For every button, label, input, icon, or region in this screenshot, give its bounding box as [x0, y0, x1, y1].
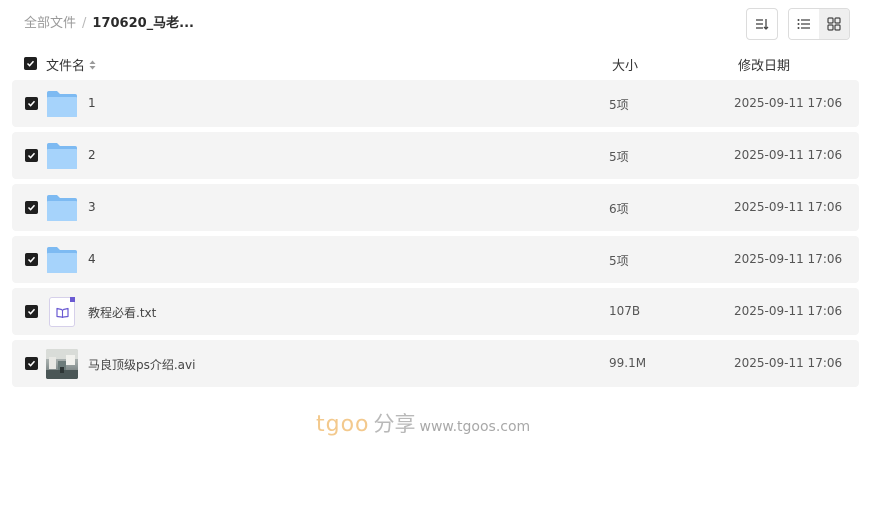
folder-icon [46, 141, 78, 171]
file-row[interactable]: 马良顶级ps介绍.avi 99.1M 2025-09-11 17:06 [12, 340, 859, 387]
file-row[interactable]: 1 5项 2025-09-11 17:06 [12, 80, 859, 127]
row-checkbox[interactable] [25, 201, 38, 214]
file-size: 5项 [609, 98, 629, 112]
folder-icon [46, 89, 78, 119]
file-size: 6项 [609, 202, 629, 216]
file-size: 99.1M [609, 356, 647, 370]
row-checkbox[interactable] [25, 305, 38, 318]
file-size: 107B [609, 304, 641, 318]
checkmark-icon [27, 360, 36, 367]
name-column-header[interactable]: 文件名 [46, 55, 96, 74]
file-name[interactable]: 马良顶级ps介绍.avi [88, 356, 195, 373]
file-row[interactable]: 教程必看.txt 107B 2025-09-11 17:06 [12, 288, 859, 335]
row-checkbox[interactable] [25, 97, 38, 110]
checkmark-icon [26, 60, 35, 67]
breadcrumb: 全部文件 / 170620_马老... [24, 14, 194, 34]
row-checkbox[interactable] [25, 253, 38, 266]
file-row[interactable]: 2 5项 2025-09-11 17:06 [12, 132, 859, 179]
row-checkbox[interactable] [25, 149, 38, 162]
date-column-header[interactable]: 修改日期 [738, 55, 790, 74]
list-view-button[interactable] [789, 9, 819, 39]
file-date: 2025-09-11 17:06 [734, 148, 843, 162]
file-date: 2025-09-11 17:06 [734, 96, 843, 110]
file-date: 2025-09-11 17:06 [734, 304, 843, 318]
grid-view-icon [827, 17, 841, 31]
sort-icon [756, 19, 769, 30]
row-checkbox[interactable] [25, 357, 38, 370]
text-file-icon [46, 297, 78, 327]
file-name[interactable]: 4 [88, 252, 96, 266]
file-list-header: 文件名 大小 修改日期 [24, 54, 850, 74]
sort-button[interactable] [746, 8, 778, 40]
file-date: 2025-09-11 17:06 [734, 200, 843, 214]
watermark-url: www.tgoos.com [419, 419, 531, 435]
checkmark-icon [27, 308, 36, 315]
file-name[interactable]: 教程必看.txt [88, 304, 156, 321]
grid-view-button[interactable] [819, 9, 849, 39]
file-row[interactable]: 4 5项 2025-09-11 17:06 [12, 236, 859, 283]
breadcrumb-separator: / [82, 16, 87, 31]
file-date: 2025-09-11 17:06 [734, 252, 843, 266]
file-size: 5项 [609, 254, 629, 268]
file-name[interactable]: 3 [88, 200, 96, 214]
checkmark-icon [27, 204, 36, 211]
file-size: 5项 [609, 150, 629, 164]
watermark-share: 分享 [373, 412, 416, 436]
name-column-label: 文件名 [46, 59, 86, 74]
select-all-checkbox[interactable] [24, 57, 37, 70]
size-column-header[interactable]: 大小 [612, 55, 638, 74]
list-view-icon [797, 19, 810, 29]
view-mode-group [788, 8, 850, 40]
watermark: tgoo 分享 www.tgoos.com [316, 408, 530, 438]
view-toolbar [746, 8, 850, 40]
file-date: 2025-09-11 17:06 [734, 356, 843, 370]
folder-icon [46, 193, 78, 223]
checkmark-icon [27, 100, 36, 107]
checkmark-icon [27, 256, 36, 263]
file-name[interactable]: 2 [88, 148, 96, 162]
file-row[interactable]: 3 6项 2025-09-11 17:06 [12, 184, 859, 231]
folder-icon [46, 245, 78, 275]
watermark-brand: tgoo [316, 412, 370, 437]
checkmark-icon [27, 152, 36, 159]
file-name[interactable]: 1 [88, 96, 96, 110]
file-list: 1 5项 2025-09-11 17:06 2 5项 2025-09-11 17… [12, 80, 859, 392]
file-browser: 全部文件 / 170620_马老... 文件名 大小 修改日期 1 5项 202… [0, 0, 874, 514]
video-thumbnail [46, 349, 78, 379]
breadcrumb-root[interactable]: 全部文件 [24, 14, 76, 34]
sort-arrows-icon [89, 60, 96, 69]
breadcrumb-current: 170620_马老... [92, 16, 194, 31]
